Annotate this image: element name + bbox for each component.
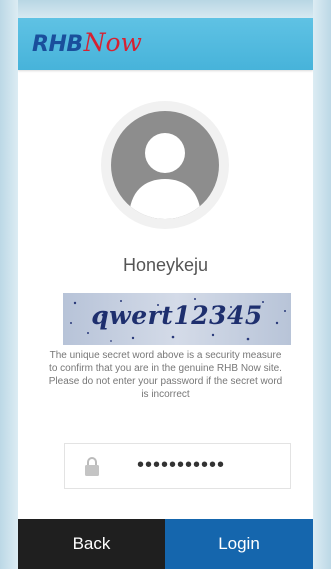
username-label: Honeykeju xyxy=(122,255,209,275)
person-silhouette-icon xyxy=(129,133,201,219)
password-input[interactable]: ••••••••••• xyxy=(137,454,225,477)
background-frame-right xyxy=(313,0,331,569)
password-field[interactable]: ••••••••••• xyxy=(64,443,291,489)
login-button[interactable]: Login xyxy=(165,519,313,569)
app-header: RHB Now xyxy=(18,18,313,70)
secret-word: qwert12345 xyxy=(91,301,263,330)
secret-word-image: qwert12345 xyxy=(63,293,291,345)
avatar-frame xyxy=(101,101,229,229)
logo-bold-text: RHB xyxy=(32,32,83,57)
logo-script-text: Now xyxy=(83,28,142,57)
avatar xyxy=(111,111,219,219)
rhb-now-logo: RHB Now xyxy=(32,28,142,60)
secret-word-notice: The unique secret word above is a securi… xyxy=(48,350,283,400)
back-button[interactable]: Back xyxy=(18,519,165,569)
background-frame-top xyxy=(0,0,331,18)
background-frame-left xyxy=(0,0,18,569)
lock-icon xyxy=(85,457,99,476)
login-screen: RHB Now Honeykeju qwert12345 The unique … xyxy=(18,18,313,569)
